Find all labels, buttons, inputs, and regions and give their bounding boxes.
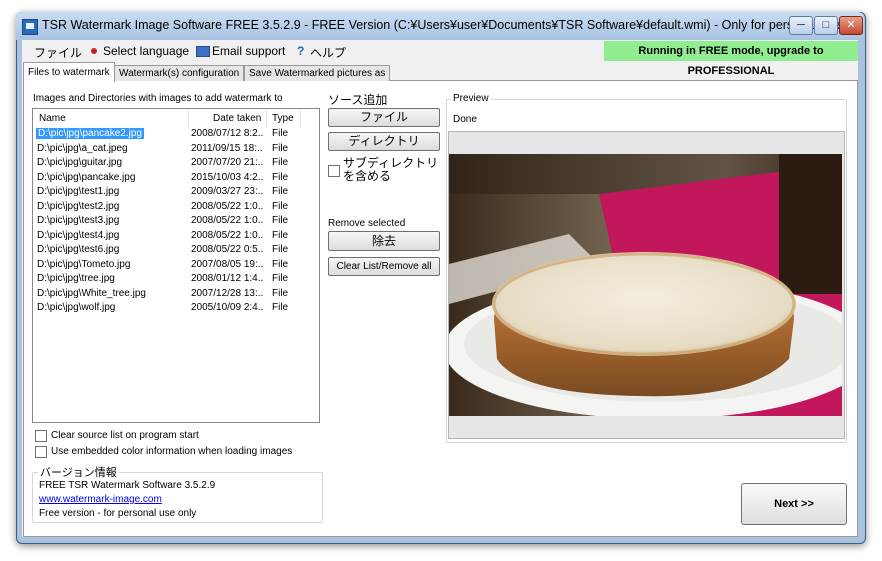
column-separator[interactable] (266, 110, 267, 127)
table-row[interactable]: D:\pic\jpg\test3.jpg 2008/05/22 1:0... Fil… (33, 215, 317, 229)
cell-name: D:\pic\jpg\White_tree.jpg (37, 287, 146, 299)
cell-date: 2008/01/12 1:4... (191, 273, 263, 284)
app-icon[interactable] (22, 19, 38, 35)
tab-save-watermarked[interactable]: Save Watermarked pictures as (244, 65, 391, 81)
table-row[interactable]: D:\pic\jpg\pancake.jpg 2015/10/03 4:2... F… (33, 172, 317, 186)
table-row[interactable]: D:\pic\jpg\test4.jpg 2008/05/22 1:0... Fil… (33, 230, 317, 244)
clear-list-button[interactable]: Clear List/Remove all (328, 257, 440, 276)
cell-date: 2005/10/09 2:4... (191, 302, 263, 313)
cell-type: File (272, 142, 289, 154)
version-legend: バージョン情報 (38, 464, 119, 480)
column-separator[interactable] (188, 110, 189, 127)
preview-image (449, 154, 842, 416)
add-source-title: ソース追加 (328, 93, 388, 107)
table-row[interactable]: D:\pic\jpg\test2.jpg 2008/05/22 1:0... Fil… (33, 201, 317, 215)
menu-email-support[interactable]: Email support (212, 44, 285, 58)
menu-help[interactable]: ヘルプ (310, 44, 346, 61)
cell-name: D:\pic\jpg\tree.jpg (37, 273, 115, 284)
column-header-type[interactable]: Type (272, 113, 294, 124)
cell-name: D:\pic\jpg\wolf.jpg (37, 302, 116, 313)
embedded-color-label: Use embedded color information when load… (51, 446, 293, 457)
license-text: Free version - for personal use only (39, 508, 197, 519)
cell-type: File (272, 244, 289, 255)
menu-select-language[interactable]: Select language (103, 44, 189, 58)
cell-name: D:\pic\jpg\test1.jpg (37, 186, 120, 197)
cell-name: D:\pic\jpg\guitar.jpg (37, 157, 123, 168)
cell-type: File (272, 200, 289, 212)
embedded-color-checkbox[interactable] (35, 446, 47, 458)
cell-date: 2008/05/22 1:0... (191, 215, 263, 226)
include-subdirectories-label: サブディレクトリを含める (343, 156, 439, 183)
maximize-button[interactable]: □ (814, 16, 838, 35)
table-row[interactable]: D:\pic\jpg\test6.jpg 2008/05/22 0:5... Fil… (33, 244, 317, 258)
table-row[interactable]: D:\pic\jpg\Tometo.jpg 2007/08/05 19:... Fi… (33, 259, 317, 273)
cell-date: 2007/07/20 21:... (191, 157, 263, 168)
upgrade-banner[interactable]: Running in FREE mode, upgrade to PROFESS… (604, 41, 858, 77)
cell-type: File (272, 302, 289, 313)
table-row[interactable]: D:\pic\jpg\guitar.jpg 2007/07/20 21:... Fi… (33, 157, 317, 171)
cell-type: File (272, 215, 289, 226)
clear-on-start-checkbox[interactable] (35, 430, 47, 442)
preview-legend: Preview (451, 93, 491, 104)
cell-date: 2009/03/27 23:... (191, 186, 263, 197)
close-button[interactable]: ✕ (839, 16, 863, 35)
cell-date: 2015/10/03 4:2... (191, 171, 263, 183)
cell-type: File (272, 287, 289, 299)
column-header-name[interactable]: Name (39, 113, 66, 124)
window-title: TSR Watermark Image Software FREE 3.5.2.… (42, 18, 844, 32)
cell-type: File (272, 128, 289, 139)
cell-date: 2007/12/28 13:... (191, 287, 263, 299)
next-button[interactable]: Next >> (741, 483, 847, 525)
remove-selected-title: Remove selected (328, 218, 406, 229)
language-icon (91, 48, 97, 54)
cell-name: D:\pic\jpg\test4.jpg (37, 229, 120, 241)
help-icon: ? (297, 44, 305, 58)
add-directory-button[interactable]: ディレクトリ (328, 132, 440, 151)
website-link[interactable]: www.watermark-image.com (39, 494, 162, 505)
tab-watermark-configuration[interactable]: Watermark(s) configuration (114, 65, 245, 81)
table-row[interactable]: D:\pic\jpg\wolf.jpg 2005/10/09 2:4... File (33, 302, 317, 316)
cell-type: File (272, 157, 289, 168)
cell-name: D:\pic\jpg\test3.jpg (37, 215, 120, 226)
table-row[interactable]: D:\pic\jpg\a_cat.jpeg 2011/09/15 18:... Fi… (33, 143, 317, 157)
add-file-button[interactable]: ファイル (328, 108, 440, 127)
version-text: FREE TSR Watermark Software 3.5.2.9 (39, 480, 216, 491)
column-separator[interactable] (300, 110, 301, 127)
preview-status: Done (453, 114, 477, 125)
include-subdirectories-checkbox[interactable] (328, 165, 340, 177)
cell-type: File (272, 171, 289, 183)
cell-name: D:\pic\jpg\test2.jpg (37, 200, 120, 212)
cell-date: 2008/05/22 1:0... (191, 200, 263, 212)
cell-date: 2011/09/15 18:... (191, 142, 263, 154)
cell-type: File (272, 229, 289, 241)
clear-on-start-label: Clear source list on program start (51, 430, 199, 441)
remove-button[interactable]: 除去 (328, 231, 440, 251)
minimize-button[interactable]: ─ (789, 16, 813, 35)
cell-name: D:\pic\jpg\Tometo.jpg (37, 258, 131, 270)
cell-type: File (272, 186, 289, 197)
cell-date: 2008/05/22 1:0... (191, 229, 263, 241)
table-row[interactable]: D:\pic\jpg\tree.jpg 2008/01/12 1:4... File (33, 273, 317, 287)
cell-date: 2008/05/22 0:5... (191, 244, 263, 255)
cell-name: D:\pic\jpg\test6.jpg (37, 244, 120, 255)
table-row[interactable]: D:\pic\jpg\White_tree.jpg 2007/12/28 13:.… (33, 288, 317, 302)
cell-name: D:\pic\jpg\a_cat.jpeg (37, 142, 128, 154)
table-row[interactable]: D:\pic\jpg\test1.jpg 2009/03/27 23:... Fil… (33, 186, 317, 200)
table-row[interactable]: D:\pic\jpg\pancake2.jpg 2008/07/12 8:2...… (33, 128, 317, 142)
tab-files-to-watermark[interactable]: Files to watermark (23, 62, 115, 82)
cell-date: 2007/08/05 19:... (191, 258, 263, 270)
mail-icon (196, 46, 210, 57)
cell-date: 2008/07/12 8:2... (191, 128, 263, 139)
cell-name: D:\pic\jpg\pancake2.jpg (36, 128, 144, 139)
column-header-date[interactable]: Date taken (213, 113, 261, 124)
file-list-caption: Images and Directories with images to ad… (33, 93, 283, 104)
menu-file[interactable]: ファイル (34, 44, 82, 61)
cell-name: D:\pic\jpg\pancake.jpg (37, 171, 136, 183)
cell-type: File (272, 258, 289, 270)
cell-type: File (272, 273, 289, 284)
